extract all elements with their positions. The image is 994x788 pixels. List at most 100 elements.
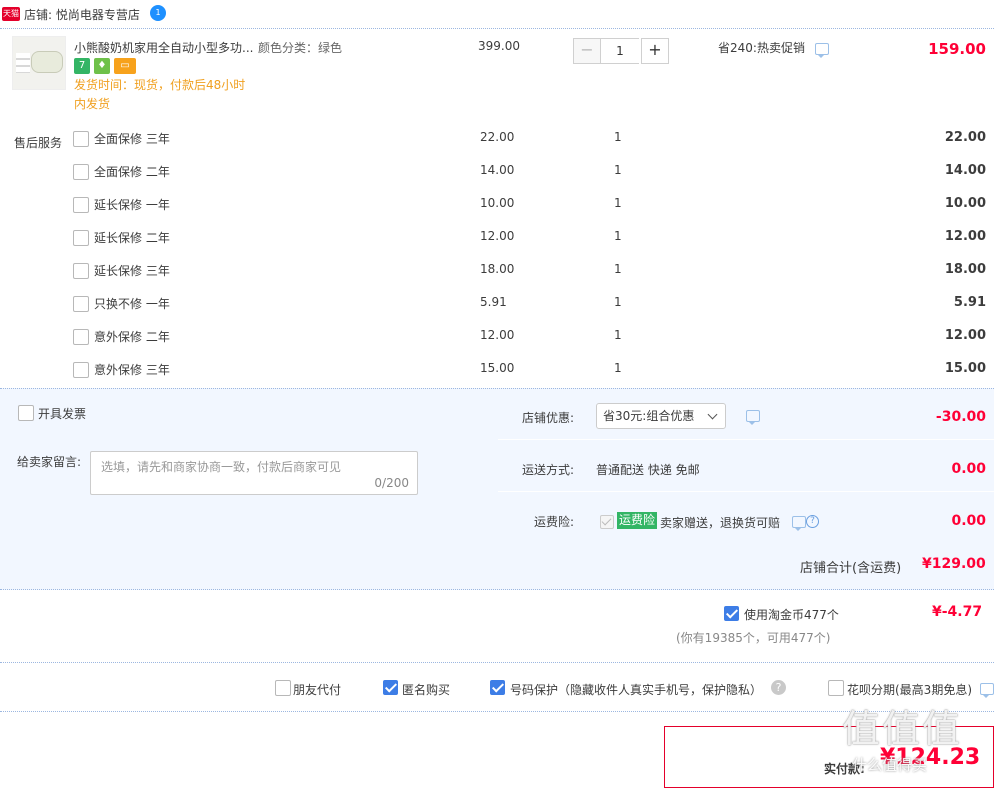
after-sales-total: 18.00 (944, 262, 986, 277)
after-sales-row: 意外保修 二年 12.00 1 12.00 (0, 322, 994, 355)
shop-coupon-value: 省30元:组合优惠 (603, 409, 695, 423)
shop-name-link[interactable]: 店铺: 悦尚电器专营店 (24, 6, 140, 23)
after-sales-qty: 1 (614, 361, 622, 375)
product-title-link[interactable]: 小熊酸奶机家用全自动小型多功... (74, 39, 254, 56)
promotion-info: 省240:热卖促销 (718, 39, 829, 58)
guarantee-icon[interactable]: ♦ (94, 58, 110, 74)
after-sales-name[interactable]: 全面保修 二年 (94, 163, 170, 180)
after-sales-checkbox[interactable] (73, 164, 89, 180)
divider (0, 662, 994, 663)
shipping-insurance-amount: 0.00 (951, 513, 986, 529)
after-sales-checkbox[interactable] (73, 263, 89, 279)
number-protect-checkbox[interactable] (490, 680, 505, 695)
promotion-text: 省240:热卖促销 (718, 41, 805, 55)
taojinbi-label[interactable]: 使用淘金币477个 (744, 606, 839, 623)
shop-coupon-label: 店铺优惠: (521, 411, 574, 425)
shipping-label: 运送方式: (521, 463, 574, 477)
chevron-down-icon (707, 409, 718, 420)
after-sales-total: 22.00 (944, 130, 986, 145)
anonymous-checkbox[interactable] (383, 680, 398, 695)
quantity-input[interactable]: 1 (601, 38, 639, 64)
after-sales-checkbox[interactable] (73, 230, 89, 246)
invoice-label[interactable]: 开具发票 (38, 405, 86, 422)
question-icon[interactable]: ? (771, 680, 786, 695)
after-sales-name[interactable]: 只换不修 一年 (94, 295, 170, 312)
message-icon[interactable] (792, 516, 806, 531)
seller-note-placeholder: 选填，请先和商家协商一致，付款后商家可见 (101, 460, 342, 474)
after-sales-qty: 1 (614, 229, 622, 243)
after-sales-qty: 1 (614, 163, 622, 177)
after-sales-name[interactable]: 延长保修 一年 (94, 196, 170, 213)
invoice-checkbox[interactable] (18, 405, 34, 421)
shop-coupon-row: 店铺优惠: 省30元:组合优惠 -30.00 (498, 389, 994, 440)
tmall-icon: 天猫 (2, 7, 20, 21)
after-sales-name[interactable]: 意外保修 三年 (94, 361, 170, 378)
huabei-label[interactable]: 花呗分期(最高3期免息) (847, 681, 972, 698)
credit-card-icon[interactable]: ▭ (114, 58, 136, 74)
anonymous-label[interactable]: 匿名购买 (402, 681, 450, 698)
after-sales-qty: 1 (614, 328, 622, 342)
seller-note-label: 给卖家留言: (17, 455, 82, 469)
shop-header: 天猫 店铺: 悦尚电器专营店 1 (0, 0, 994, 29)
after-sales-price: 12.00 (480, 328, 515, 342)
after-sales-price: 5.91 (480, 295, 507, 309)
taojinbi-discount: ¥-4.77 (932, 604, 983, 620)
taojinbi-balance: (你有19385个，可用477个) (676, 631, 831, 645)
message-icon[interactable] (814, 42, 829, 58)
after-sales-price: 15.00 (480, 361, 515, 375)
wangwang-chat-icon[interactable]: 1 (150, 5, 166, 21)
shipping-insurance-tag: 运费险 (617, 512, 658, 529)
order-options-left: 开具发票 给卖家留言: 选填，请先和商家协商一致，付款后商家可见 0/200 (0, 389, 496, 537)
quantity-increase-button[interactable]: + (641, 38, 669, 64)
number-protect-label[interactable]: 号码保护（隐藏收件人真实手机号，保护隐私） (510, 681, 762, 698)
shipping-row: 运送方式: 普通配送 快递 免邮 0.00 (498, 441, 994, 492)
after-sales-price: 14.00 (480, 163, 515, 177)
after-sales-price: 22.00 (480, 130, 515, 144)
after-sales-qty: 1 (614, 196, 622, 210)
friend-pay-label[interactable]: 朋友代付 (293, 681, 341, 698)
product-sku: 颜色分类：绿色 (258, 41, 343, 55)
quantity-decrease-button[interactable]: − (573, 38, 601, 64)
help-icon[interactable]: ? (806, 515, 819, 528)
after-sales-name[interactable]: 延长保修 三年 (94, 262, 170, 279)
huabei-checkbox[interactable] (828, 680, 844, 696)
after-sales-checkbox[interactable] (73, 296, 89, 312)
seller-note-textarea[interactable]: 选填，请先和商家协商一致，付款后商家可见 0/200 (90, 451, 418, 495)
after-sales-row: 延长保修 二年 12.00 1 12.00 (0, 223, 994, 256)
order-options-panel: 开具发票 给卖家留言: 选填，请先和商家协商一致，付款后商家可见 0/200 店… (0, 388, 994, 590)
after-sales-price: 12.00 (480, 229, 515, 243)
after-sales-total: 12.00 (944, 229, 986, 244)
after-sales-qty: 1 (614, 295, 622, 309)
after-sales-checkbox[interactable] (73, 329, 89, 345)
quantity-stepper: − 1 + (573, 38, 669, 64)
after-sales-row: 意外保修 三年 15.00 1 15.00 (0, 355, 994, 388)
delivery-time: 发货时间：现货，付款后48小时内发货 (74, 78, 246, 111)
unit-price: 399.00 (478, 39, 520, 53)
message-icon[interactable] (746, 410, 760, 425)
after-sales-row: 全面保修 三年 22.00 1 22.00 (0, 124, 994, 157)
after-sales-name[interactable]: 全面保修 三年 (94, 130, 170, 147)
message-icon[interactable] (980, 683, 994, 698)
after-sales-name[interactable]: 意外保修 二年 (94, 328, 170, 345)
friend-pay-checkbox[interactable] (275, 680, 291, 696)
product-thumbnail[interactable] (12, 36, 66, 90)
shop-total-amount: ¥129.00 (922, 556, 986, 572)
after-sales-name[interactable]: 延长保修 二年 (94, 229, 170, 246)
after-sales-row: 只换不修 一年 5.91 1 5.91 (0, 289, 994, 322)
after-sales-row: 全面保修 二年 14.00 1 14.00 (0, 157, 994, 190)
after-sales-checkbox[interactable] (73, 362, 89, 378)
after-sales-qty: 1 (614, 130, 622, 144)
shipping-insurance-text: 卖家赠送，退换货可赔 (660, 516, 781, 530)
seller-note-counter: 0/200 (374, 476, 409, 490)
seven-day-return-icon[interactable]: 7 (74, 58, 90, 74)
after-sales-total: 5.91 (953, 295, 986, 310)
after-sales-row: 延长保修 一年 10.00 1 10.00 (0, 190, 994, 223)
taojinbi-checkbox[interactable] (724, 606, 739, 621)
shop-coupon-select[interactable]: 省30元:组合优惠 (596, 403, 726, 429)
after-sales-price: 10.00 (480, 196, 515, 210)
yogurt-machine-graphic (31, 51, 63, 73)
after-sales-checkbox[interactable] (73, 197, 89, 213)
after-sales-total: 15.00 (944, 361, 986, 376)
after-sales-checkbox[interactable] (73, 131, 89, 147)
shipping-insurance-row: 运费险: 运费险 卖家赠送，退换货可赔 ? 0.00 (498, 493, 994, 543)
